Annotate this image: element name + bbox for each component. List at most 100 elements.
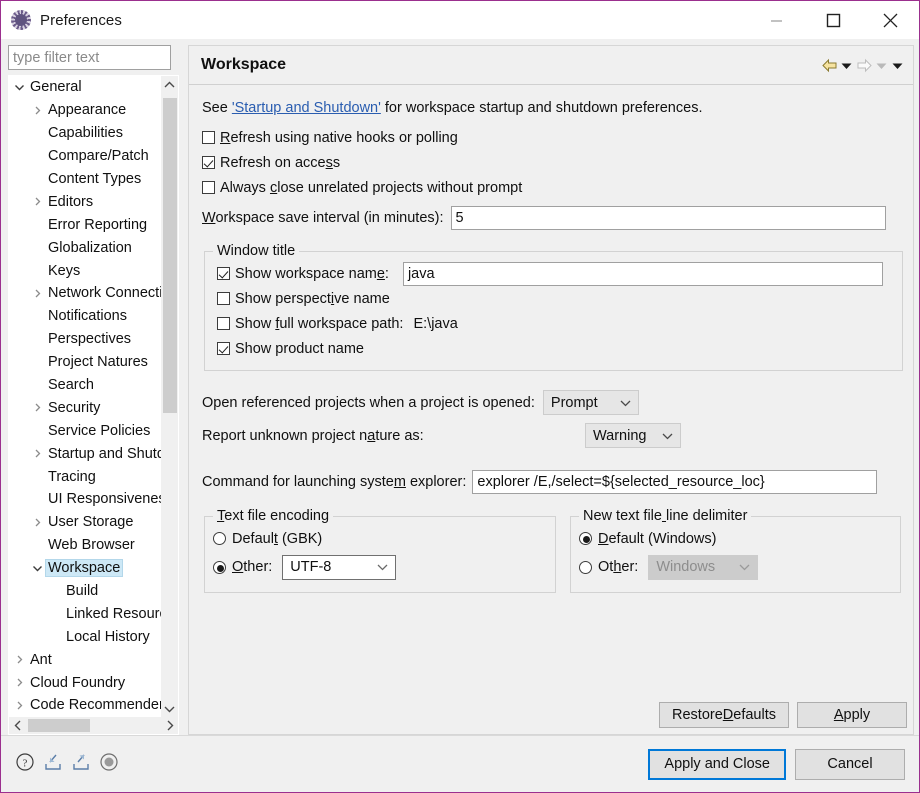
chevron-right-icon[interactable]: [29, 518, 46, 527]
chevron-right-icon[interactable]: [29, 403, 46, 412]
tree-item-service-policies[interactable]: Service Policies: [9, 419, 178, 442]
import-icon[interactable]: [43, 752, 63, 777]
always-close-unrelated-checkbox[interactable]: [202, 181, 215, 194]
save-interval-input[interactable]: 5: [450, 206, 886, 230]
tree-item-ui-responsiveness-monitoring[interactable]: UI Responsiveness Monitoring: [9, 488, 178, 511]
back-menu-chevron-down-icon[interactable]: [839, 55, 854, 77]
delimiter-other-radio[interactable]: [579, 560, 592, 574]
tree-scroll-thumb[interactable]: [163, 98, 177, 413]
open-referenced-combo[interactable]: Prompt: [542, 390, 639, 415]
workspace-name-input[interactable]: java: [402, 261, 883, 286]
tree-item-editors[interactable]: Editors: [9, 190, 178, 213]
tree-item-label: Content Types: [48, 171, 142, 187]
delimiter-default-radio[interactable]: [579, 532, 592, 545]
tree-item-search[interactable]: Search: [9, 374, 178, 397]
tree-item-general[interactable]: General: [9, 76, 178, 99]
tree-item-web-browser[interactable]: Web Browser: [9, 534, 178, 557]
show-product-name-checkbox[interactable]: [217, 342, 230, 355]
export-icon[interactable]: [71, 752, 91, 777]
scroll-down-icon[interactable]: [161, 700, 178, 717]
tree-vertical-scrollbar[interactable]: [161, 76, 178, 717]
tree-item-label: Ant: [30, 651, 52, 668]
cancel-button[interactable]: Cancel: [795, 748, 905, 780]
tree-item-cloud-foundry[interactable]: Cloud Foundry: [9, 671, 178, 694]
encoding-other-radio[interactable]: [213, 560, 226, 574]
apply-button[interactable]: Apply: [797, 702, 907, 728]
chevron-right-icon[interactable]: [29, 289, 46, 298]
tree-item-content-types[interactable]: Content Types: [9, 168, 178, 191]
target-icon[interactable]: [99, 752, 119, 777]
tree-item-linked-resources[interactable]: Linked Resources: [9, 602, 178, 625]
tree-item-capabilities[interactable]: Capabilities: [9, 122, 178, 145]
tree-item-label: Tracing: [48, 468, 96, 485]
chevron-right-icon[interactable]: [29, 449, 46, 458]
preferences-tree[interactable]: General Appearance Capabilities Compare/Pat…: [8, 75, 179, 735]
startup-shutdown-link[interactable]: 'Startup and Shutdown': [232, 100, 381, 116]
scroll-left-icon[interactable]: [9, 717, 26, 734]
tree-item-keys[interactable]: Keys: [9, 259, 178, 282]
show-full-workspace-path-checkbox[interactable]: [217, 317, 230, 330]
tree-item-label: Globalization: [48, 239, 132, 256]
delimiter-default-label: Default (Windows): [598, 530, 717, 547]
chevron-right-icon[interactable]: [11, 678, 28, 687]
footer-buttons: Apply and Close Cancel: [648, 748, 905, 780]
tree-item-label: Web Browser: [48, 537, 135, 554]
encoding-default-radio[interactable]: [213, 532, 226, 545]
tree-item-error-reporting[interactable]: Error Reporting: [9, 213, 178, 236]
show-workspace-name-checkbox[interactable]: [217, 267, 230, 280]
tree-item-tracing[interactable]: Tracing: [9, 465, 178, 488]
tree-horizontal-scrollbar[interactable]: [9, 717, 178, 734]
tree-item-perspectives[interactable]: Perspectives: [9, 328, 178, 351]
chevron-right-icon[interactable]: [29, 106, 46, 115]
tree-item-label: Search: [48, 377, 94, 394]
window-title-group: Window title Show workspace name: java S…: [204, 243, 903, 371]
chevron-right-icon[interactable]: [11, 655, 28, 664]
tree-item-label: Code Recommenders: [30, 697, 172, 714]
tree-hscroll-thumb[interactable]: [28, 719, 90, 732]
tree-item-network-connections[interactable]: Network Connections: [9, 282, 178, 305]
filter-placeholder: type filter text: [13, 49, 100, 66]
apply-and-close-button[interactable]: Apply and Close: [648, 748, 786, 780]
chevron-down-icon[interactable]: [11, 83, 28, 92]
tree-item-startup-and-shutdown[interactable]: Startup and Shutdown: [9, 442, 178, 465]
scroll-right-icon[interactable]: [161, 717, 178, 734]
system-explorer-input[interactable]: explorer /E,/select=${selected_resource_…: [472, 470, 878, 494]
view-menu-chevron-down-icon[interactable]: [890, 55, 905, 77]
tree-item-code-recommenders[interactable]: Code Recommenders: [9, 694, 178, 717]
tree-item-appearance[interactable]: Appearance: [9, 99, 178, 122]
tree-item-notifications[interactable]: Notifications: [9, 305, 178, 328]
filter-input[interactable]: type filter text: [8, 45, 171, 70]
open-referenced-value: Prompt: [550, 394, 598, 411]
tree-item-ant[interactable]: Ant: [9, 648, 178, 671]
scroll-up-icon[interactable]: [161, 76, 178, 93]
encoding-other-combo[interactable]: UTF-8: [282, 554, 397, 580]
tree-item-globalization[interactable]: Globalization: [9, 236, 178, 259]
page-content: See 'Startup and Shutdown' for workspace…: [189, 85, 913, 734]
chevron-right-icon[interactable]: [29, 197, 46, 206]
tree-item-project-natures[interactable]: Project Natures: [9, 351, 178, 374]
tree-item-local-history[interactable]: Local History: [9, 625, 178, 648]
show-perspective-name-checkbox[interactable]: [217, 292, 230, 305]
system-explorer-value: explorer /E,/select=${selected_resource_…: [477, 474, 765, 490]
tree-item-security[interactable]: Security: [9, 396, 178, 419]
show-product-name-label: Show product name: [235, 340, 364, 357]
chevron-right-icon[interactable]: [11, 701, 28, 710]
encoding-default-label: Default (GBK): [232, 530, 323, 547]
back-arrow-icon[interactable]: [820, 55, 838, 77]
workspace-name-value: java: [407, 265, 435, 282]
tree-item-compare-patch[interactable]: Compare/Patch: [9, 145, 178, 168]
tree-item-user-storage[interactable]: User Storage: [9, 511, 178, 534]
maximize-icon[interactable]: [805, 1, 862, 39]
report-unknown-nature-combo[interactable]: Warning: [585, 423, 681, 448]
refresh-on-access-checkbox[interactable]: [202, 156, 215, 169]
refresh-native-hooks-checkbox[interactable]: [202, 131, 215, 144]
close-icon[interactable]: [862, 1, 919, 39]
help-icon[interactable]: ?: [15, 752, 35, 777]
tree-item-workspace[interactable]: Workspace: [9, 557, 178, 580]
minimize-icon[interactable]: [748, 1, 805, 39]
chevron-down-icon[interactable]: [29, 564, 46, 573]
navigation-panel: type filter text General Appearance Capabi…: [1, 39, 184, 735]
tree-item-build[interactable]: Build: [9, 580, 178, 603]
restore-defaults-button[interactable]: Restore Defaults: [659, 702, 789, 728]
report-unknown-nature-label: Report unknown project nature as:: [202, 427, 424, 444]
